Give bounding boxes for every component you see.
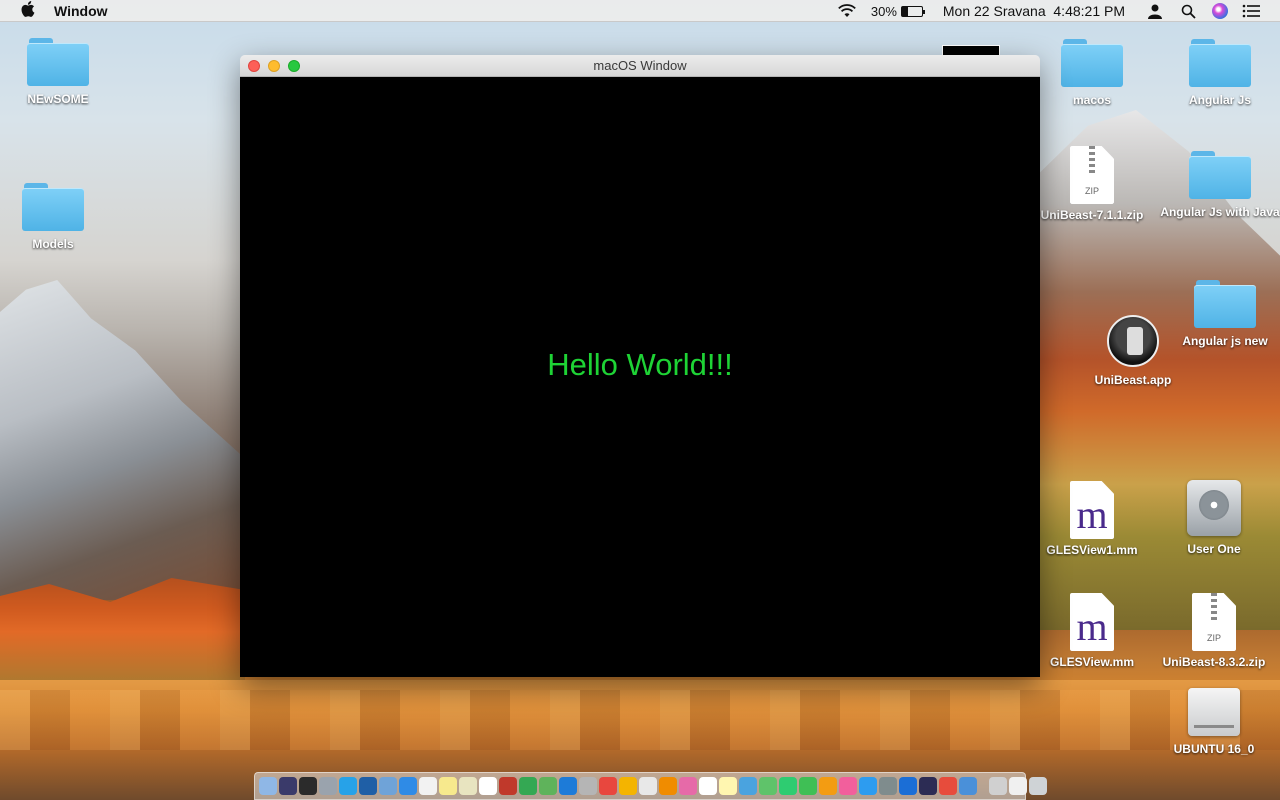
desktop-icon-unibeast-app[interactable]: UniBeast.app [1073, 315, 1193, 388]
dock-finder-icon[interactable] [259, 777, 277, 795]
dock-quicktime-icon[interactable] [359, 777, 377, 795]
zip-file-icon: ZIP [1070, 146, 1114, 204]
dock-activity-icon[interactable] [939, 777, 957, 795]
dock-notes-icon[interactable] [439, 777, 457, 795]
window-titlebar[interactable]: macOS Window [240, 55, 1040, 77]
dock-maps-icon[interactable] [759, 777, 777, 795]
desktop-icon-label: UBUNTU 16_0 [1173, 742, 1255, 756]
siri-icon[interactable] [1212, 3, 1228, 19]
dock-eclipse-icon[interactable] [919, 777, 937, 795]
dock-launchpad-icon[interactable] [319, 777, 337, 795]
desktop-icon-label: User One [1187, 542, 1241, 556]
dock-itunes-file-icon[interactable] [639, 777, 657, 795]
folder-icon [22, 183, 84, 231]
dock [254, 772, 1047, 800]
desktop-icon-label: GLESView.mm [1049, 655, 1135, 669]
folder-icon [1189, 151, 1251, 199]
app-menu-name[interactable]: Window [54, 3, 108, 19]
desktop-icon-label: macos [1072, 93, 1112, 107]
spotlight-search-icon[interactable] [1181, 4, 1196, 19]
window-content: Hello World!!! [240, 77, 1040, 677]
wifi-icon[interactable] [837, 4, 857, 18]
dock-messages-icon[interactable] [799, 777, 817, 795]
apple-menu-icon[interactable] [20, 0, 36, 21]
menu-bar: Window 30% Mon 22 Sravana 4:48:21 PM [0, 0, 1280, 22]
desktop-icon-unibeast-832-zip[interactable]: ZIP UniBeast-8.3.2.zip [1154, 593, 1274, 670]
battery-status[interactable]: 30% [870, 3, 925, 19]
folder-icon [27, 38, 89, 86]
dock-downloads-icon[interactable] [1009, 777, 1027, 795]
dock-system-preferences-icon[interactable] [879, 777, 897, 795]
dock-xcode2-icon[interactable] [899, 777, 917, 795]
dock-notes3-icon[interactable] [719, 777, 737, 795]
wallpaper-mountain-left [0, 280, 260, 600]
hard-drive-icon [1187, 480, 1241, 536]
dock-preview2-icon[interactable] [989, 777, 1007, 795]
dock-vlc-icon[interactable] [659, 777, 677, 795]
mm-file-icon: m [1070, 481, 1114, 539]
desktop-icon-angular-js[interactable]: Angular Js [1160, 39, 1280, 108]
dock-xcode-icon[interactable] [559, 777, 577, 795]
desktop-icon-user-one[interactable]: User One [1154, 480, 1274, 557]
dock-skype-icon[interactable] [339, 777, 357, 795]
desktop-icon-unibeast-711-zip[interactable]: ZIP UniBeast-7.1.1.zip [1032, 146, 1152, 223]
battery-icon [900, 5, 925, 17]
desktop-icon-label: GLESView1.mm [1046, 543, 1138, 557]
desktop-icon-label: UniBeast-7.1.1.zip [1040, 208, 1144, 222]
wallpaper-lake-reflection [0, 690, 1280, 750]
folder-icon [1194, 280, 1256, 328]
dock-trash-icon[interactable] [1029, 777, 1047, 795]
desktop-icon-label: Models [32, 237, 74, 251]
folder-icon [1061, 39, 1123, 87]
dock-notes2-icon[interactable] [459, 777, 477, 795]
usb-drive-app-icon [1107, 315, 1159, 367]
dock-photos-icon[interactable] [679, 777, 697, 795]
dock-chrome-icon[interactable] [599, 777, 617, 795]
dock-safari-icon[interactable] [399, 777, 417, 795]
dock-chrome2-icon[interactable] [619, 777, 637, 795]
window-title: macOS Window [593, 58, 687, 73]
desktop-icon-glesview1-mm[interactable]: m GLESView1.mm [1032, 481, 1152, 558]
desktop-icon-label: UniBeast.app [1094, 373, 1172, 387]
dock-app-store-icon[interactable] [859, 777, 877, 795]
desktop-icon-ubuntu-drive[interactable]: UBUNTU 16_0 [1154, 688, 1274, 757]
clock[interactable]: Mon 22 Sravana 4:48:21 PM [943, 3, 1125, 19]
dock-utorrent-icon[interactable] [519, 777, 537, 795]
user-icon[interactable] [1147, 3, 1163, 19]
desktop-icon-label: Angular Js [1188, 93, 1251, 107]
battery-percent: 30% [870, 3, 897, 19]
desktop-icon-macos[interactable]: macos [1032, 39, 1152, 108]
zip-file-icon: ZIP [1192, 593, 1236, 651]
mm-file-icon: m [1070, 593, 1114, 651]
dock-android-studio-icon[interactable] [539, 777, 557, 795]
desktop-icon-label: NEwSOME [27, 92, 89, 106]
desktop-icon-newsome[interactable]: NEwSOME [0, 38, 118, 107]
dock-terminal-icon[interactable] [299, 777, 317, 795]
desktop-icon-models[interactable]: Models [0, 183, 113, 252]
desktop-icon-angular-js-with-java[interactable]: Angular Js with Java [1160, 151, 1280, 220]
macos-window: macOS Window Hello World!!! [240, 55, 1040, 677]
dock-calendar-icon[interactable] [479, 777, 497, 795]
dock-preview-icon[interactable] [379, 777, 397, 795]
dock-finder2-icon[interactable] [959, 777, 977, 795]
dock-siri-icon[interactable] [279, 777, 297, 795]
dock-finder-window-icon[interactable] [739, 777, 757, 795]
folder-icon [1189, 39, 1251, 87]
dock-textedit-icon[interactable] [419, 777, 437, 795]
dock-facetime-icon[interactable] [779, 777, 797, 795]
dock-books-icon[interactable] [819, 777, 837, 795]
dock-textedit2-icon[interactable] [699, 777, 717, 795]
desktop-icon-label: Angular Js with Java [1160, 205, 1280, 219]
dock-itunes-icon[interactable] [839, 777, 857, 795]
desktop-icon-glesview-mm[interactable]: m GLESView.mm [1032, 593, 1152, 670]
notification-center-icon[interactable] [1242, 4, 1280, 18]
hello-world-text: Hello World!!! [547, 347, 733, 382]
dock-photo-booth-icon[interactable] [499, 777, 517, 795]
external-drive-icon [1188, 688, 1240, 736]
desktop-icon-label: UniBeast-8.3.2.zip [1162, 655, 1266, 669]
battery-level-fill [901, 6, 908, 16]
apple-logo-icon [21, 0, 35, 17]
dock-automator-icon[interactable] [579, 777, 597, 795]
